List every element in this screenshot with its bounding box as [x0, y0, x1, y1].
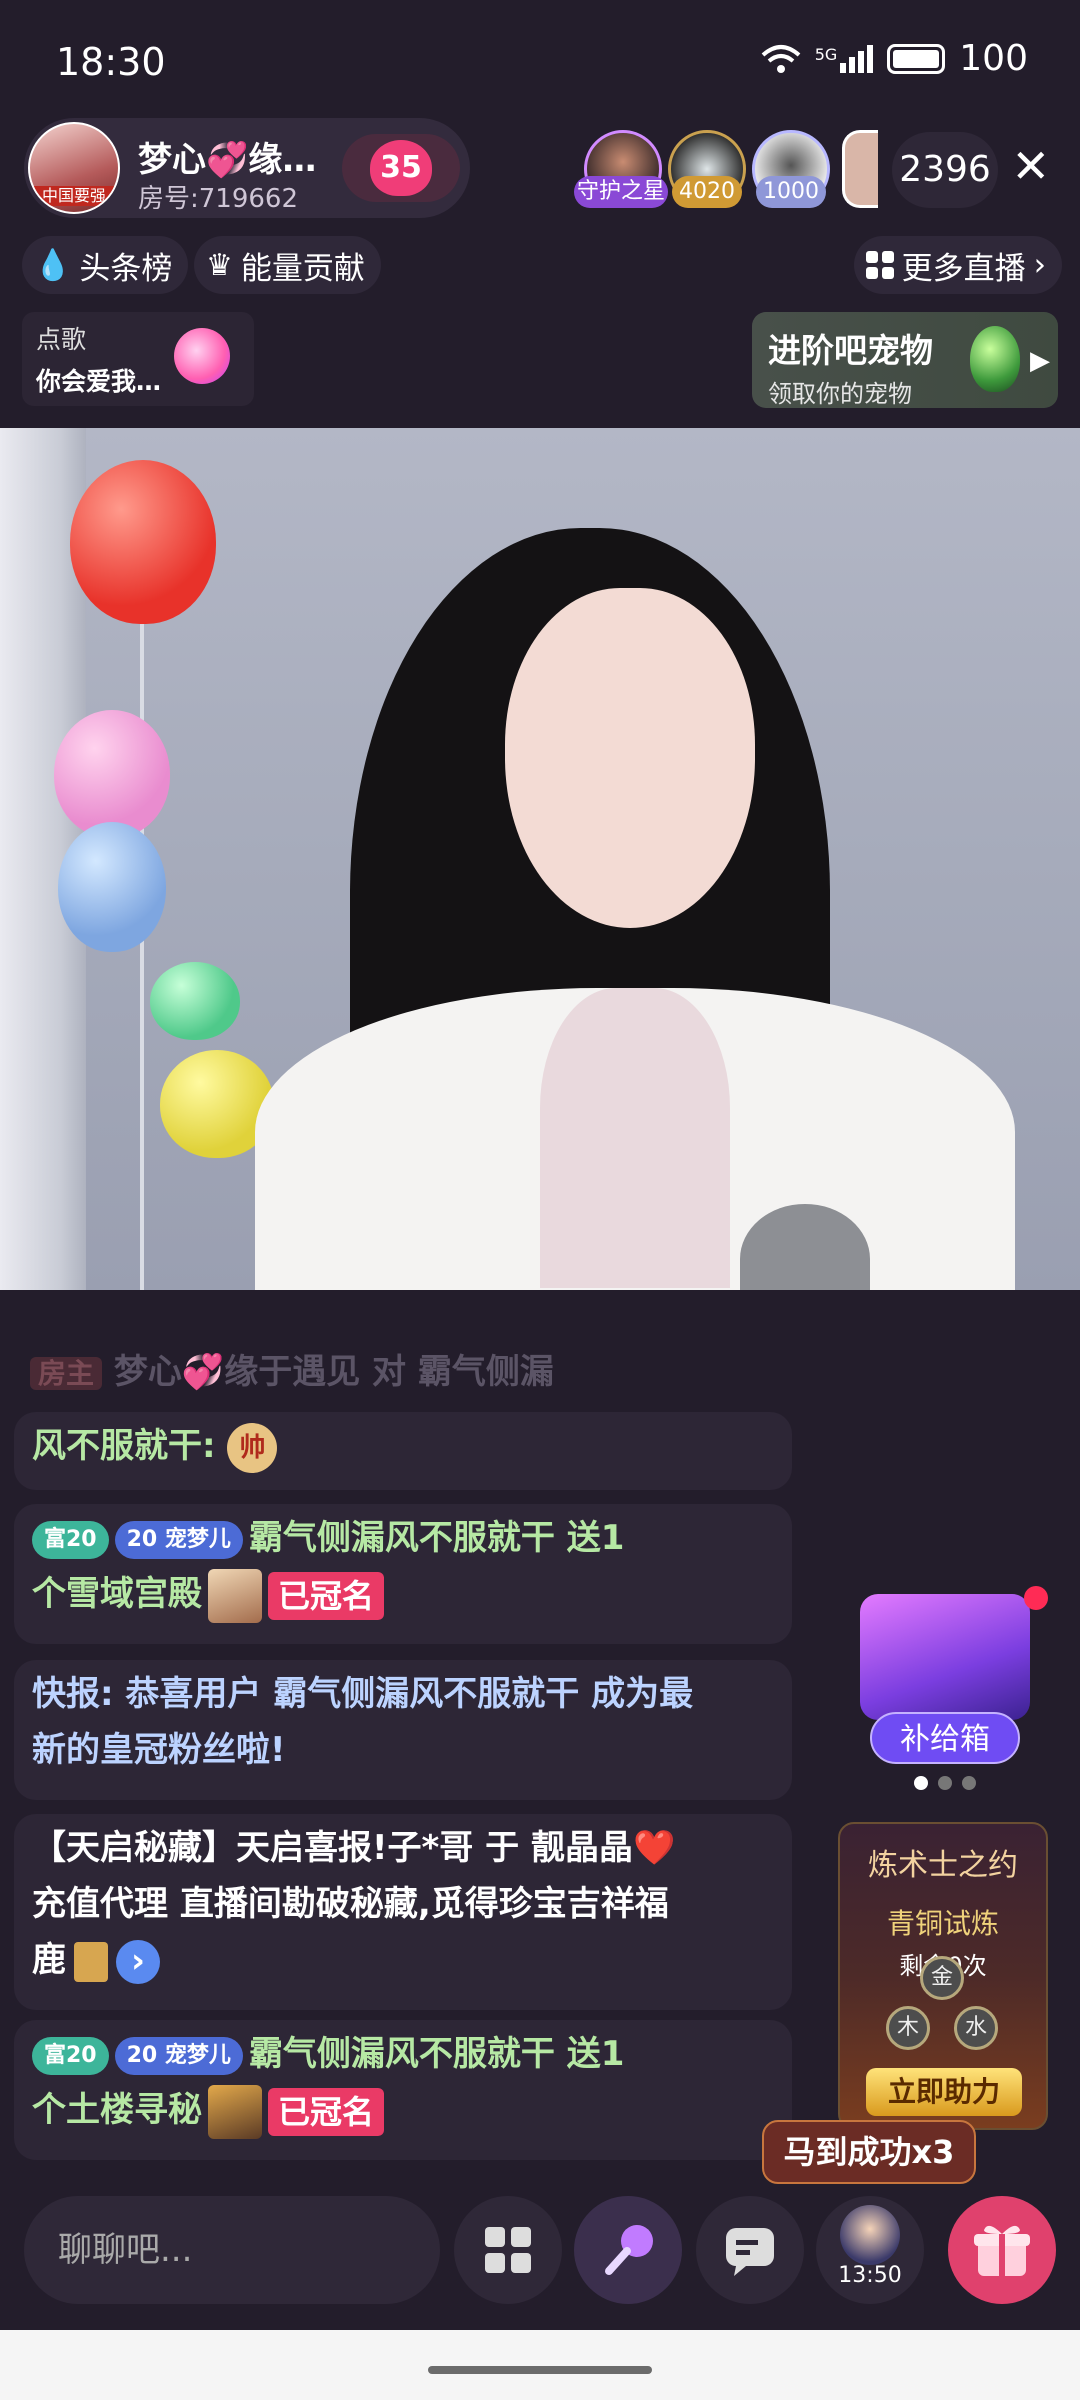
lollipop-icon [174, 328, 230, 384]
chat-text: 霸气侧漏风不服就干 送1 [248, 1518, 625, 1558]
chat-icon [726, 2228, 774, 2276]
chat-message[interactable]: 【天启秘藏】天启喜报!子*哥 于 靓晶晶❤️ 充值代理 直播间勘破秘藏,觅得珍宝… [14, 1814, 792, 2010]
chat-text: 鹿 [32, 1940, 66, 1980]
close-icon[interactable]: ✕ [1011, 136, 1050, 196]
supply-box-button[interactable]: 补给箱 [870, 1712, 1020, 1764]
chat-message[interactable]: 富20 20 宠梦儿 霸气侧漏风不服就干 送1 个雪域宫殿 已冠名 [14, 1504, 792, 1644]
energy-contribution-button[interactable]: ♛ 能量贡献 [194, 236, 381, 294]
fan-level-button[interactable]: 35 [342, 134, 460, 202]
chat-text: 快报: 恭喜用户 霸气侧漏风不服就干 成为最 [32, 1674, 694, 1714]
fan-name: 宠梦儿 [164, 2042, 231, 2068]
fan-badge: 20 宠梦儿 [114, 1520, 243, 1559]
drop-icon: 💧 [34, 247, 72, 283]
rune-gold-icon: 金 [920, 1956, 964, 2000]
gift-thumbnail [208, 2084, 262, 2139]
activity-timer: 13:50 [838, 2262, 902, 2288]
chat-text: 霸气侧漏风不服就干 送1 [248, 2034, 625, 2074]
status-icons: 5G 100 [761, 38, 1028, 79]
chat-user: 梦心💞缘于遇见 [113, 1352, 361, 1392]
chat-message[interactable]: 快报: 恭喜用户 霸气侧漏风不服就干 成为最 新的皇冠粉丝啦! [14, 1660, 792, 1800]
wealth-badge: 富20 [32, 2036, 109, 2075]
chat-text: 新的皇冠粉丝啦! [32, 1730, 286, 1770]
chat-text: 风不服就干: [32, 1426, 216, 1466]
success-toast: 马到成功x3 [762, 2120, 976, 2184]
signal-icon: 5G [815, 44, 874, 73]
host-avatar[interactable]: 中国要强 [28, 122, 120, 214]
gift-thumbnail [208, 1568, 262, 1623]
fan-level: 20 [126, 1526, 158, 1552]
chat-text: 充值代理 直播间勘破秘藏,觅得珍宝吉祥福 [32, 1884, 669, 1924]
chat-fading-line: 房主 梦心💞缘于遇见 对 霸气侧漏 [30, 1344, 554, 1393]
microphone-icon [605, 2225, 653, 2275]
wifi-icon [761, 44, 801, 73]
chat-text: 个土楼寻秘 [32, 2090, 202, 2130]
home-indicator[interactable] [428, 2366, 652, 2374]
fan-name: 宠梦儿 [164, 1526, 231, 1552]
viewer-count[interactable]: 2396 [892, 132, 998, 208]
viewer-badge: 守护之星 [574, 176, 668, 208]
viewer-avatar[interactable] [842, 130, 878, 208]
viewer-badge: 1000 [756, 176, 826, 208]
host-info[interactable]: 中国要强 梦心💞缘… 房号:719662 35 [24, 118, 470, 218]
headline-rank-button[interactable]: 💧 头条榜 [22, 236, 189, 294]
status-time: 18:30 [56, 40, 166, 84]
play-arrow-icon: ▶ [1030, 346, 1050, 376]
viewer-badge: 4020 [672, 176, 742, 208]
help-now-button[interactable]: 立即助力 [866, 2068, 1022, 2116]
more-menu-button[interactable] [454, 2196, 562, 2304]
chat-text: 个雪域宫殿 [32, 1574, 202, 1614]
fan-badge: 20 宠梦儿 [114, 2036, 243, 2075]
page-dot [962, 1776, 976, 1790]
wealth-badge: 富20 [32, 1520, 109, 1559]
role-badge: 房主 [30, 1357, 103, 1390]
badge-icon: 帅 [227, 1422, 278, 1473]
named-badge: 已冠名 [268, 2087, 385, 2136]
chat-text: 【天启秘藏】天启喜报!子*哥 于 靓晶晶❤️ [32, 1828, 676, 1868]
page-dot-active [914, 1776, 928, 1790]
system-nav-area [0, 2330, 1080, 2400]
rune-water-icon: 水 [954, 2006, 998, 2050]
more-live-label: 更多直播 [901, 250, 1026, 287]
deer-icon [74, 1941, 108, 1982]
pet-banner[interactable]: 进阶吧宠物 领取你的宠物 ▶ [752, 312, 1058, 408]
fan-level: 20 [126, 2042, 158, 2068]
supply-chest-icon[interactable] [860, 1594, 1030, 1720]
trial-stage: 青铜试炼 [886, 1907, 999, 1940]
grid-icon [485, 2227, 531, 2273]
energy-label: 能量贡献 [240, 250, 365, 287]
microphone-button[interactable] [574, 2196, 682, 2304]
rune-wood-icon: 木 [886, 2006, 930, 2050]
room-id: 房号:719662 [138, 184, 299, 214]
host-name: 梦心💞缘… [138, 140, 317, 180]
gift-icon [974, 2225, 1030, 2276]
chat-message[interactable]: 富20 20 宠梦儿 霸气侧漏风不服就干 送1 个土楼寻秘 已冠名 [14, 2020, 792, 2160]
gift-button[interactable] [948, 2196, 1056, 2304]
more-live-button[interactable]: 更多直播 › [853, 236, 1062, 294]
live-video[interactable] [0, 428, 1080, 1290]
chat-input[interactable]: 聊聊吧... [24, 2196, 440, 2304]
page-dot [938, 1776, 952, 1790]
chat-message[interactable]: 风不服就干: 帅 [14, 1412, 792, 1490]
activity-avatar-button[interactable]: 13:50 [816, 2196, 924, 2304]
trial-title: 炼术士之约 [868, 1848, 1018, 1883]
notification-dot [1024, 1586, 1048, 1610]
heart-level: 35 [370, 140, 432, 196]
battery-icon [887, 43, 946, 74]
expand-button[interactable]: › [116, 1939, 160, 1984]
character-icon [840, 2204, 900, 2265]
named-badge: 已冠名 [268, 1571, 385, 1620]
battery-level: 100 [959, 38, 1028, 79]
headline-label: 头条榜 [79, 250, 173, 287]
egg-icon [970, 326, 1020, 392]
chevron-right-icon: › [1033, 247, 1046, 283]
grid-icon [865, 251, 894, 279]
trial-widget[interactable]: 炼术士之约 青铜试炼 剩余0次 金 木 水 立即助力 [838, 1822, 1048, 2130]
crown-icon: ♛ [206, 247, 233, 283]
message-button[interactable] [696, 2196, 804, 2304]
avatar-tag: 中国要强 [30, 186, 118, 206]
chat-text: 对 霸气侧漏 [372, 1352, 554, 1392]
